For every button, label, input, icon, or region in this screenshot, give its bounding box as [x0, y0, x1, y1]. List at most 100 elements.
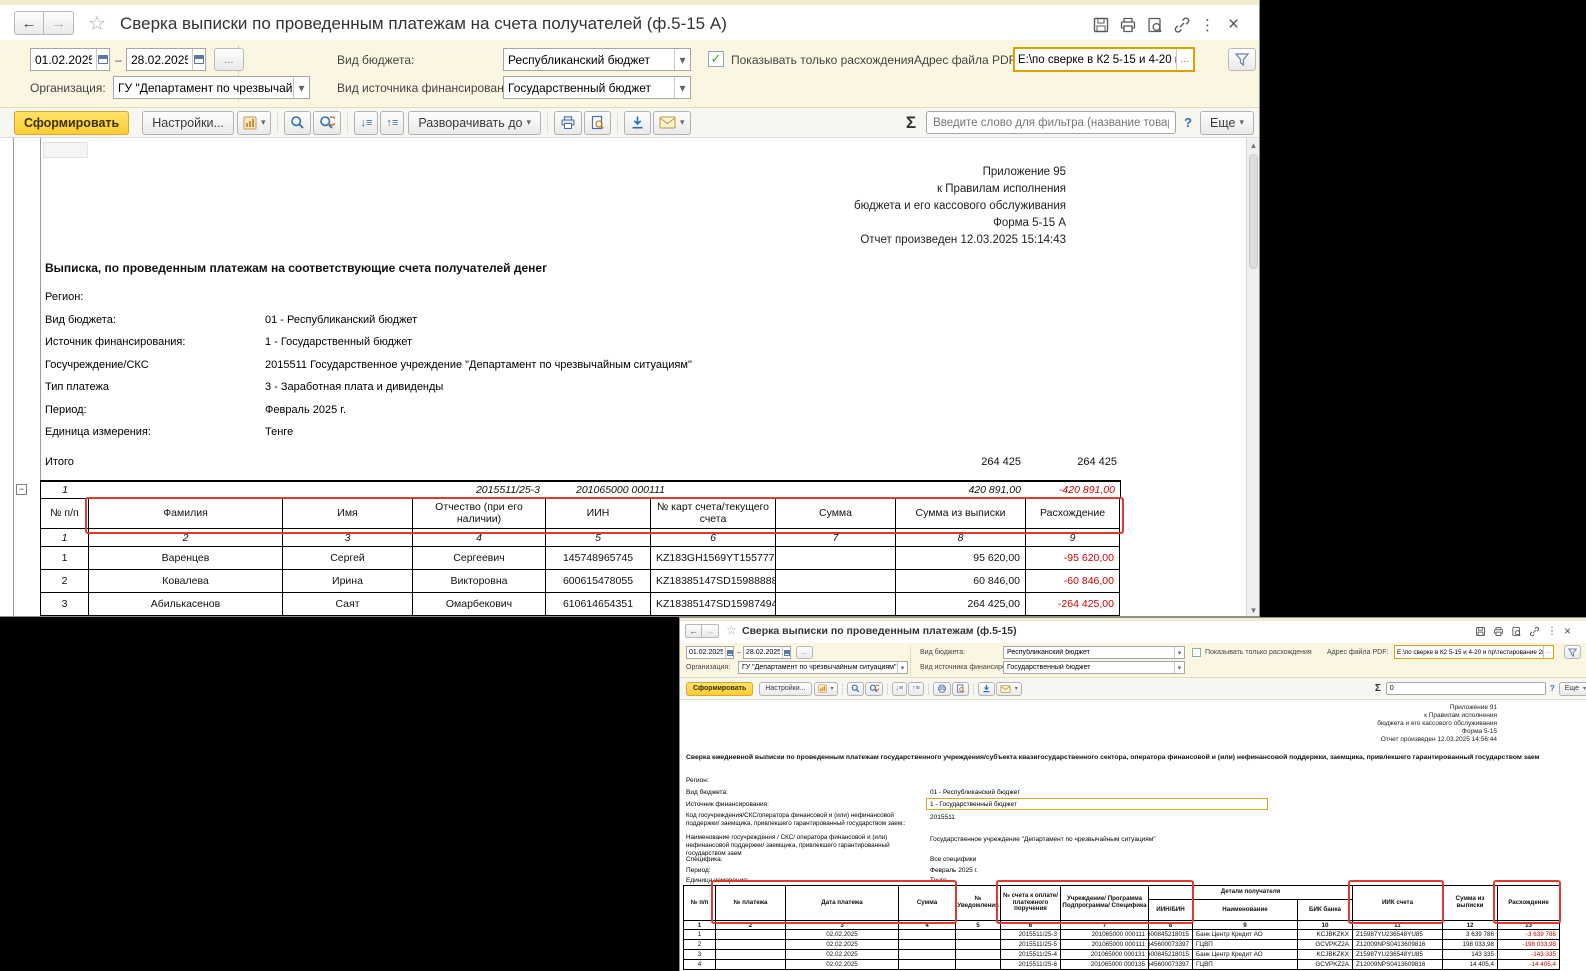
only-discrepancies-label[interactable]: Показывать только расхождения — [731, 53, 914, 67]
chevron-down-icon[interactable]: ▾ — [674, 77, 690, 98]
report-variants-button[interactable]: ▾ — [237, 111, 272, 135]
organization-combo[interactable]: ГУ "Департамент по чрезвычайным ▾ — [113, 76, 310, 99]
pdf-browse-button[interactable]: ... — [1176, 49, 1193, 70]
date-from-input[interactable] — [687, 649, 725, 656]
date-from-input[interactable] — [31, 53, 96, 67]
date-from-field[interactable] — [30, 48, 110, 71]
quick-filter-input[interactable] — [927, 117, 1175, 129]
preview-icon[interactable] — [1146, 16, 1164, 34]
generate-button[interactable]: Сформировать — [686, 682, 753, 696]
filter-funnel-button[interactable] — [1228, 48, 1256, 71]
only-discrepancies-checkbox[interactable]: ✓ — [708, 51, 724, 67]
pdf-browse-button[interactable]: ... — [1543, 646, 1553, 658]
table-cell — [776, 547, 896, 570]
financing-source-combo[interactable]: Государственный бюджет ▾ — [503, 76, 691, 99]
report-table: № п/п № платежа Дата платежа Сумма № Уве… — [683, 885, 1561, 970]
preview-icon[interactable] — [1511, 626, 1522, 637]
settings-button[interactable]: Настройки... — [142, 111, 234, 135]
financing-source-combo[interactable]: Государственный бюджет ▾ — [1003, 661, 1185, 674]
search-reset-button[interactable] — [865, 682, 883, 696]
budget-type-combo[interactable]: Республиканский бюджет ▾ — [503, 48, 691, 71]
date-to-field[interactable] — [743, 646, 791, 659]
print-button[interactable] — [933, 682, 951, 696]
filter-funnel-button[interactable] — [1564, 645, 1581, 659]
search-reset-button[interactable] — [313, 111, 341, 135]
quick-filter-field[interactable] — [926, 111, 1176, 134]
scrollbar-thumb[interactable] — [1249, 154, 1258, 269]
favorite-star-icon[interactable]: ☆ — [88, 11, 106, 36]
report-variants-button[interactable]: ▾ — [814, 682, 838, 696]
save-icon[interactable] — [1475, 626, 1486, 637]
settings-button[interactable]: Настройки... — [759, 682, 811, 696]
send-email-button[interactable]: ▾ — [996, 682, 1022, 696]
print-preview-button[interactable] — [952, 682, 969, 696]
sum-sigma-icon[interactable]: Σ — [1375, 683, 1381, 694]
save-report-button[interactable] — [978, 682, 995, 696]
date-period-button[interactable]: ... — [214, 48, 244, 71]
send-email-button[interactable]: ▾ — [653, 111, 691, 135]
scroll-up-icon[interactable]: ▲ — [1247, 138, 1260, 152]
favorite-star-icon[interactable]: ☆ — [726, 623, 737, 637]
search-button[interactable] — [284, 111, 311, 135]
field-label: Источник финансирования: — [686, 801, 769, 808]
expand-to-button[interactable]: Разворачивать до ▾ — [408, 111, 541, 135]
back-button[interactable]: ← — [14, 11, 44, 35]
vertical-scrollbar[interactable]: ▲ ▼ — [1246, 138, 1260, 617]
print-preview-button[interactable] — [584, 111, 611, 135]
calendar-icon[interactable] — [192, 49, 205, 70]
only-discrepancies-label[interactable]: Показывать только расхождения — [1205, 649, 1312, 656]
link-icon[interactable] — [1529, 626, 1540, 637]
date-to-field[interactable] — [126, 48, 206, 71]
print-icon[interactable] — [1119, 16, 1137, 34]
quick-filter-input[interactable] — [1387, 685, 1545, 692]
date-to-input[interactable] — [744, 649, 782, 656]
chevron-down-icon[interactable]: ▾ — [897, 662, 907, 673]
expand-groups-button[interactable]: ↑≡ — [380, 111, 404, 135]
close-icon[interactable]: × — [1564, 624, 1571, 638]
search-button[interactable] — [847, 682, 864, 696]
link-icon[interactable] — [1173, 16, 1191, 34]
collapse-groups-button[interactable]: ↓≡ — [354, 111, 378, 135]
generate-button[interactable]: Сформировать — [14, 111, 129, 135]
quick-filter-field[interactable] — [1386, 682, 1546, 695]
selected-cell-highlight[interactable]: 1 - Государственный бюджет — [926, 798, 1268, 810]
expand-groups-button[interactable]: ↑≡ — [908, 682, 924, 696]
print-button[interactable] — [554, 111, 582, 135]
collapse-groups-button[interactable]: ↓≡ — [892, 682, 908, 696]
date-to-input[interactable] — [127, 53, 192, 67]
forward-button[interactable]: → — [44, 11, 74, 35]
more-actions-button[interactable]: Еще ▾ — [1200, 111, 1254, 135]
calendar-icon[interactable] — [782, 647, 790, 658]
calendar-icon[interactable] — [725, 647, 733, 658]
budget-type-value: Республиканский бюджет — [1004, 649, 1174, 656]
back-button[interactable]: ← — [685, 624, 702, 638]
pdf-path-field[interactable]: E:\по сверке в К2 5-15 и 4-20 и ... — [1013, 47, 1195, 72]
help-icon[interactable]: ? — [1184, 115, 1192, 130]
envelope-icon — [1000, 685, 1011, 693]
sum-sigma-icon[interactable]: Σ — [906, 113, 916, 133]
chevron-down-icon[interactable]: ▾ — [1174, 662, 1184, 673]
date-period-button[interactable]: ... — [796, 646, 813, 659]
chevron-down-icon[interactable]: ▾ — [674, 49, 690, 70]
print-icon[interactable] — [1493, 626, 1504, 637]
scroll-down-icon[interactable]: ▼ — [1247, 603, 1260, 617]
help-icon[interactable]: ? — [1550, 684, 1555, 693]
chevron-down-icon[interactable]: ▾ — [293, 77, 309, 98]
pdf-path-field[interactable]: E:\по сверке в К2 5-15 и 4-20 и пр\тести… — [1394, 645, 1554, 659]
save-report-button[interactable] — [624, 111, 651, 135]
forward-button[interactable]: → — [702, 624, 719, 638]
organization-combo[interactable]: ГУ "Департамент по чрезвычайным ситуация… — [738, 661, 908, 674]
budget-type-combo[interactable]: Республиканский бюджет ▾ — [1003, 646, 1185, 659]
close-icon[interactable]: × — [1228, 14, 1239, 36]
only-discrepancies-checkbox[interactable] — [1192, 648, 1201, 657]
chevron-down-icon[interactable]: ▾ — [1174, 647, 1184, 658]
group-collapse-button[interactable]: − — [16, 484, 27, 495]
more-actions-button[interactable]: Еще ▾ — [1559, 682, 1586, 696]
date-from-field[interactable] — [686, 646, 734, 659]
more-menu-icon[interactable]: ⋮ — [1547, 626, 1557, 637]
save-icon[interactable] — [1092, 16, 1110, 34]
calendar-icon[interactable] — [96, 49, 109, 70]
table-cell: 2015511/25-4 — [1001, 950, 1061, 960]
table-row: 2КовалеваИринаВикторовна600615478055KZ18… — [41, 570, 1121, 593]
more-menu-icon[interactable]: ⋮ — [1200, 16, 1215, 34]
